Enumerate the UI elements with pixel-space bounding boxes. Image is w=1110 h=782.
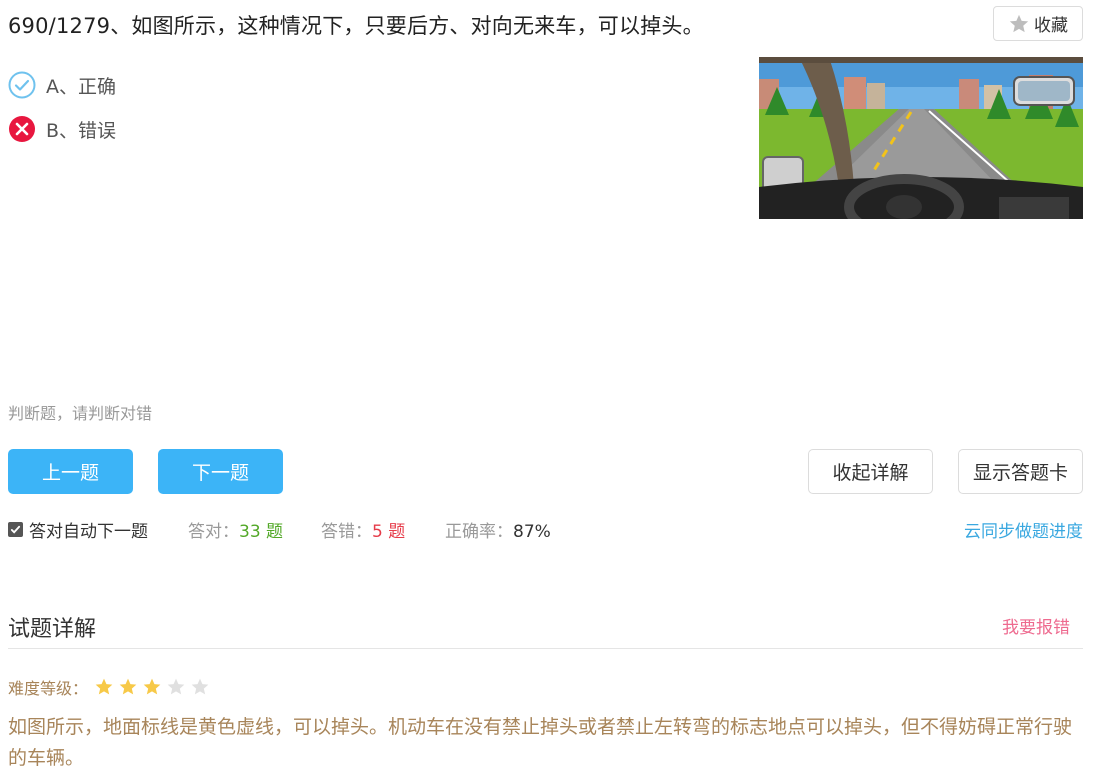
stat-wrong-label: 答错： xyxy=(321,522,372,542)
detail-header: 试题详解 我要报错 xyxy=(8,609,1083,649)
show-answer-card-button[interactable]: 显示答题卡 xyxy=(958,449,1083,494)
collapse-detail-button[interactable]: 收起详解 xyxy=(808,449,933,494)
favorite-button[interactable]: 收藏 xyxy=(993,6,1083,41)
star-filled-icon xyxy=(142,677,162,697)
option-b-label: B、错误 xyxy=(46,119,117,142)
star-filled-icon xyxy=(94,677,114,697)
prev-question-button[interactable]: 上一题 xyxy=(8,449,133,494)
explanation-text: 如图所示，地面标线是黄色虚线，可以掉头。机动车在没有禁止掉头或者禁止左转弯的标志… xyxy=(8,716,1073,769)
checkbox-checked-icon[interactable] xyxy=(8,522,23,537)
detail-title: 试题详解 xyxy=(8,617,97,642)
question-image xyxy=(759,57,1083,219)
check-circle-icon xyxy=(8,71,36,99)
option-a-label: A、正确 xyxy=(46,75,116,98)
x-circle-icon xyxy=(8,115,36,143)
sync-progress-link[interactable]: 云同步做题进度 xyxy=(964,517,1083,542)
stat-correct-value: 33 题 xyxy=(239,522,284,542)
stat-correct-label: 答对： xyxy=(188,522,239,542)
auto-next-toggle[interactable]: 答对自动下一题 xyxy=(8,517,148,542)
stat-correct: 答对：33 题 xyxy=(188,517,283,542)
stat-rate-label: 正确率： xyxy=(445,522,513,542)
stat-rate: 正确率：87% xyxy=(445,517,551,542)
star-icon xyxy=(1008,13,1030,35)
favorite-label: 收藏 xyxy=(1034,16,1068,36)
option-b[interactable]: B、错误 xyxy=(8,115,116,143)
option-a[interactable]: A、正确 xyxy=(8,71,116,99)
star-filled-icon xyxy=(118,677,138,697)
question-type-hint: 判断题，请判断对错 xyxy=(8,404,153,423)
stat-wrong: 答错：5 题 xyxy=(321,517,405,542)
report-error-link[interactable]: 我要报错 xyxy=(1002,613,1070,638)
difficulty-label: 难度等级： xyxy=(8,679,89,698)
star-empty-icon xyxy=(166,677,186,697)
stat-rate-value: 87% xyxy=(513,522,551,542)
difficulty-stars xyxy=(94,677,210,697)
next-question-button[interactable]: 下一题 xyxy=(158,449,283,494)
difficulty-rating: 难度等级： xyxy=(8,675,210,699)
auto-next-label: 答对自动下一题 xyxy=(29,522,148,542)
question-title: 690/1279、如图所示，这种情况下，只要后方、对向无来车，可以掉头。 xyxy=(8,14,704,38)
star-empty-icon xyxy=(190,677,210,697)
stat-wrong-value: 5 题 xyxy=(372,522,406,542)
stats-row: 答对自动下一题 答对：33 题 答错：5 题 正确率：87% 云同步做题进度 xyxy=(8,515,1083,542)
